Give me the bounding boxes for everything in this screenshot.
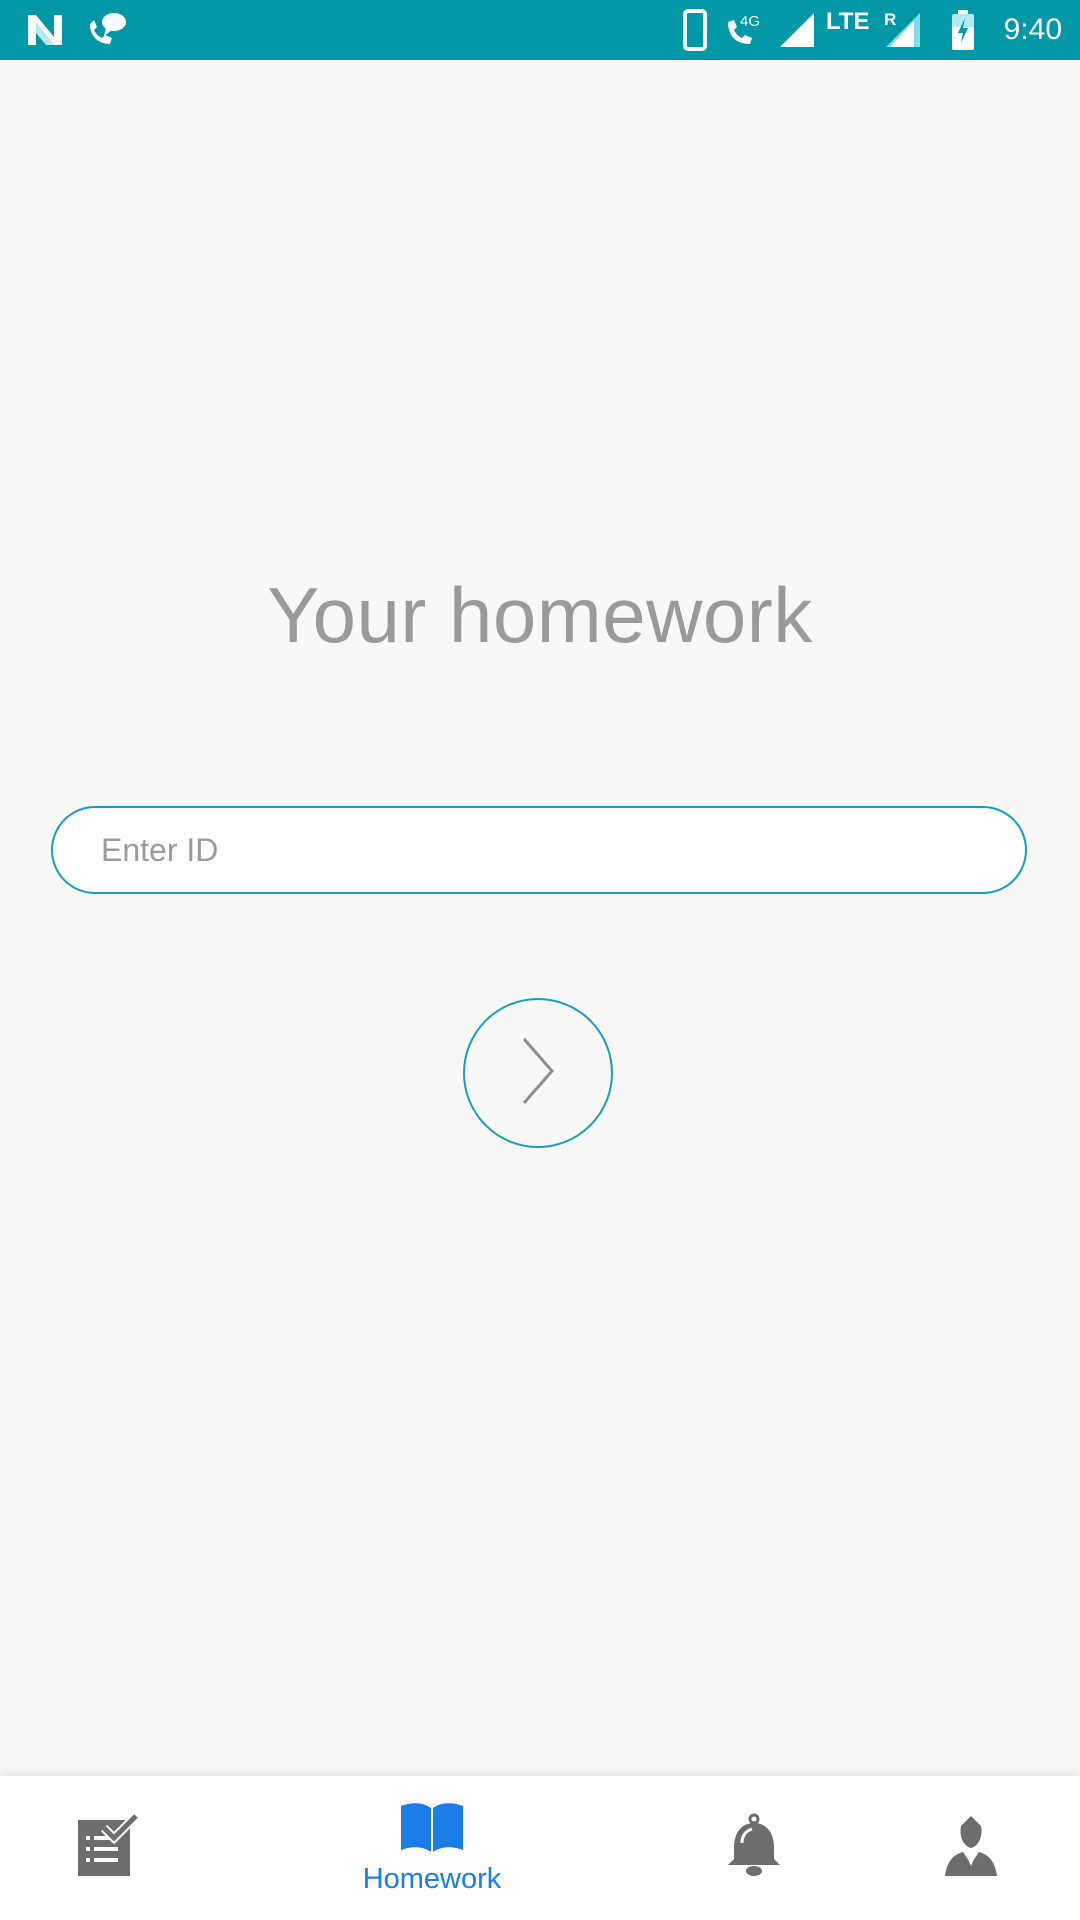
- status-bar: 4G LTE R 9:40: [0, 0, 1080, 60]
- page-title: Your homework: [267, 571, 813, 659]
- phone-device-icon: [682, 0, 708, 60]
- bottom-nav: Homework: [0, 1776, 1080, 1920]
- call-chat-icon: [84, 0, 128, 60]
- nav-item-homework[interactable]: Homework: [340, 1776, 524, 1920]
- network-4g-label: 4G: [740, 13, 761, 30]
- nav-item-notifications[interactable]: [722, 1776, 786, 1920]
- person-icon: [941, 1814, 1001, 1883]
- battery-charging-icon: [950, 0, 976, 60]
- status-time: 9:40: [1003, 13, 1062, 46]
- signal-icon: [778, 0, 816, 60]
- bell-icon: [724, 1813, 784, 1884]
- nav-item-tasks[interactable]: [60, 1776, 154, 1920]
- wifi-calling-icon: [724, 0, 760, 60]
- id-input[interactable]: [101, 808, 981, 892]
- n-logo-icon: [26, 0, 64, 60]
- network-lte-label: LTE: [826, 8, 870, 35]
- chevron-right-icon: [518, 1035, 558, 1112]
- id-input-container[interactable]: [51, 806, 1027, 894]
- checklist-icon: [74, 1812, 140, 1883]
- submit-button[interactable]: [463, 998, 613, 1148]
- open-book-icon: [399, 1800, 465, 1859]
- nav-item-profile[interactable]: [938, 1776, 1004, 1920]
- signal-roaming-icon: [884, 0, 922, 60]
- nav-label-homework: Homework: [362, 1863, 502, 1895]
